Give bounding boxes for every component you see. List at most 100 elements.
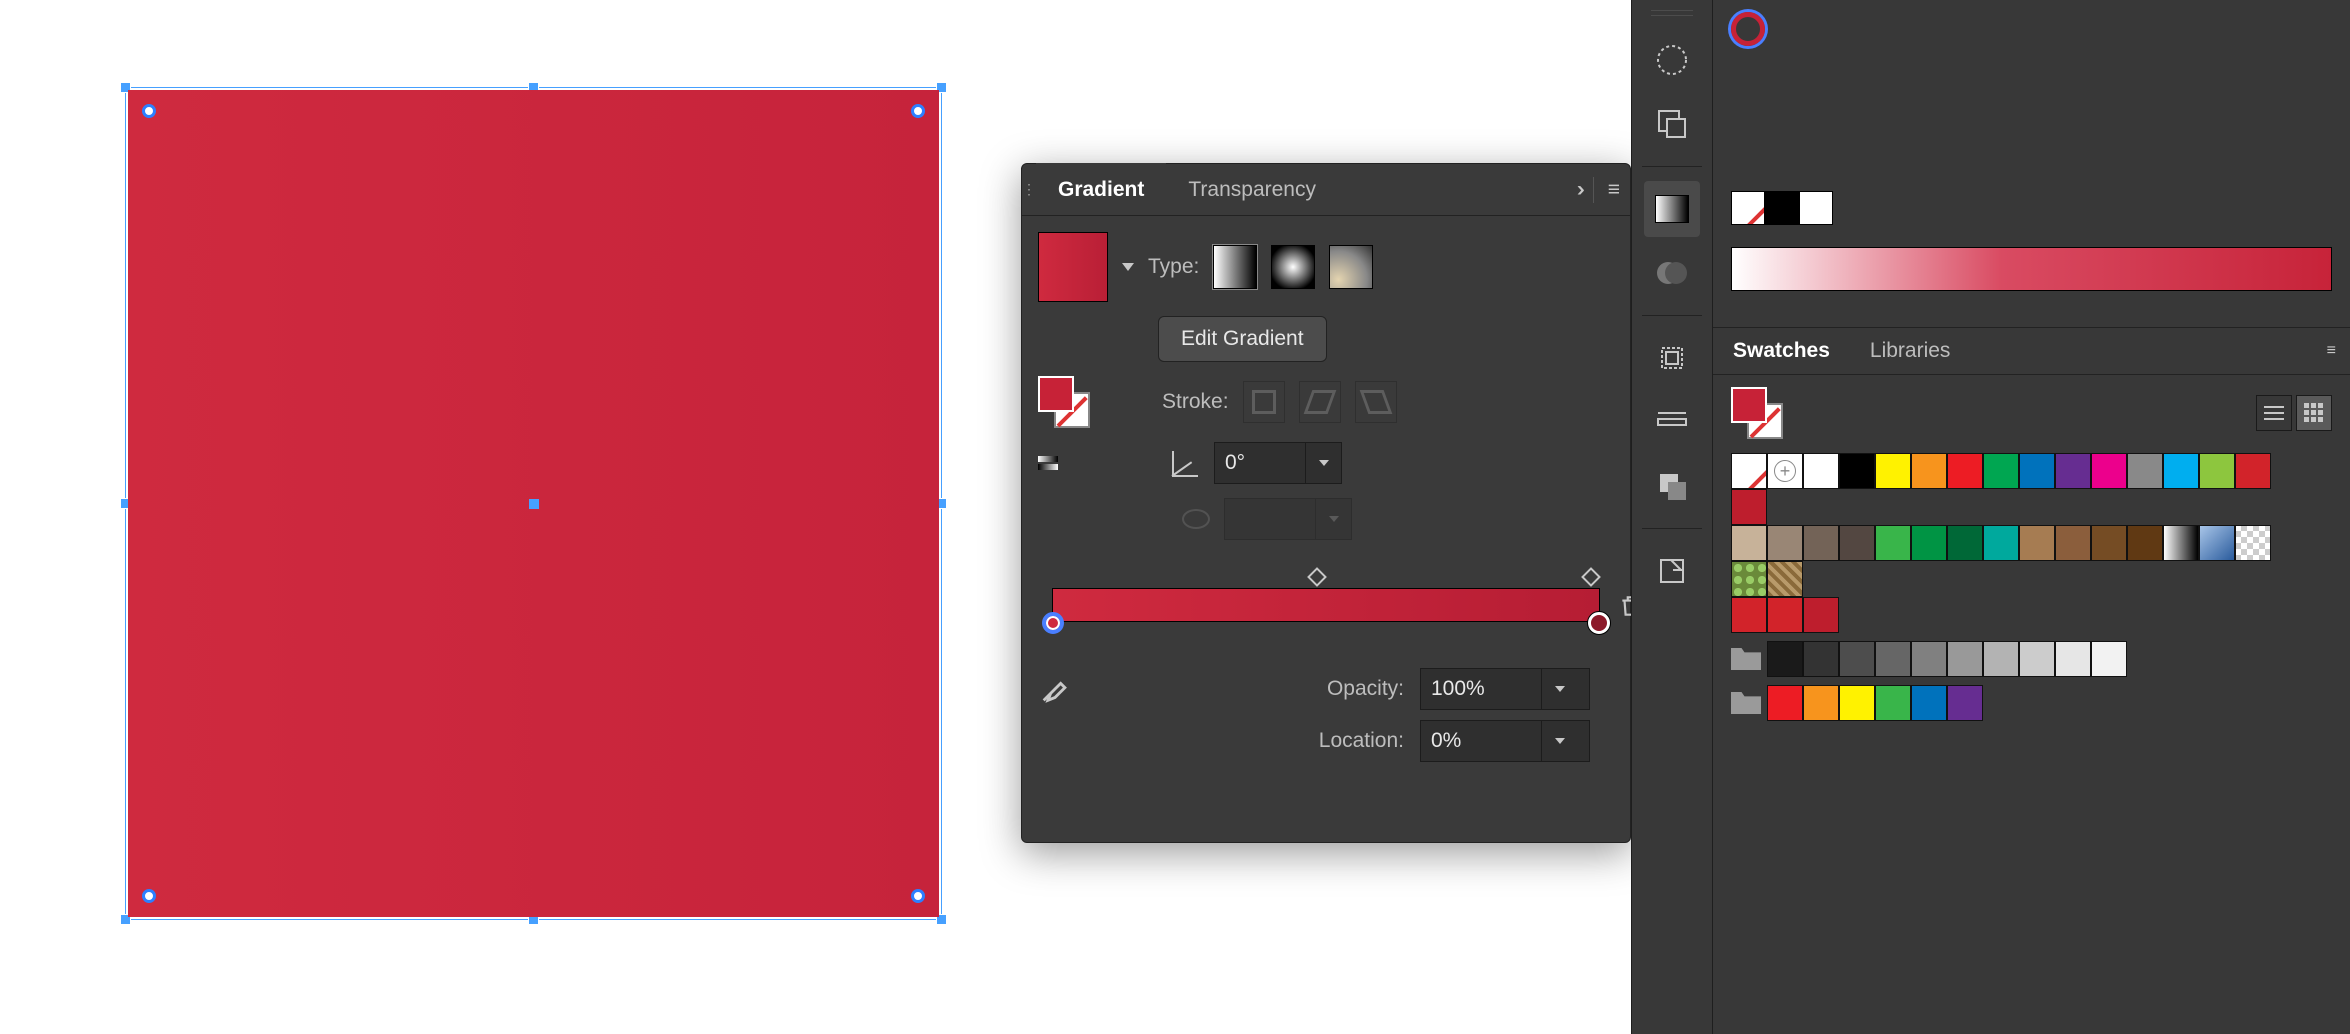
color-white-button[interactable] (1799, 191, 1833, 225)
reverse-gradient-button[interactable] (1038, 456, 1058, 470)
dock-drag-handle[interactable] (1651, 10, 1693, 16)
swatch-cell[interactable] (2091, 453, 2127, 489)
tab-libraries[interactable]: Libraries (1850, 328, 1971, 374)
swatches-fill-stroke-indicator[interactable] (1731, 387, 1783, 439)
fill-stroke-indicator[interactable] (1038, 376, 1090, 428)
dock-export-icon[interactable] (1644, 543, 1700, 599)
swatch-cell[interactable] (1875, 453, 1911, 489)
swatch-cell[interactable] (1947, 641, 1983, 677)
swatch-cell[interactable] (1803, 525, 1839, 561)
edit-gradient-button[interactable]: Edit Gradient (1158, 316, 1327, 362)
swatches-grid-view-button[interactable] (2296, 395, 2332, 431)
opacity-field[interactable] (1420, 668, 1590, 710)
opacity-dropdown-icon[interactable] (1541, 669, 1577, 709)
swatch-cell[interactable] (2019, 641, 2055, 677)
swatch-cell[interactable] (1875, 525, 1911, 561)
dock-pathfinder-icon[interactable] (1644, 458, 1700, 514)
swatch-cell[interactable] (1875, 685, 1911, 721)
swatch-cell[interactable] (1911, 453, 1947, 489)
color-spectrum-bar[interactable] (1731, 247, 2332, 291)
swatch-cell[interactable] (2235, 453, 2271, 489)
swatch-cell[interactable] (1911, 641, 1947, 677)
gradient-type-radial-button[interactable] (1271, 245, 1315, 289)
tab-transparency[interactable]: Transparency (1166, 164, 1338, 215)
swatch-cell[interactable] (2055, 453, 2091, 489)
swatch-cell[interactable] (1731, 489, 1767, 525)
color-black-button[interactable] (1765, 191, 1799, 225)
swatch-cell[interactable] (2055, 525, 2091, 561)
eyedropper-button[interactable] (1038, 672, 1072, 706)
gradient-midpoint-2[interactable] (1581, 567, 1601, 587)
location-dropdown-icon[interactable] (1541, 721, 1577, 761)
folder-icon[interactable] (1731, 692, 1761, 714)
dock-artboards-icon[interactable] (1644, 96, 1700, 152)
swatch-cell[interactable] (2199, 525, 2235, 561)
color-none-button[interactable] (1731, 191, 1765, 225)
panel-menu-icon[interactable]: ≡ (1608, 178, 1620, 202)
angle-input[interactable] (1215, 451, 1305, 475)
swatch-cell[interactable] (1947, 685, 1983, 721)
swatch-cell[interactable] (1767, 597, 1803, 633)
tab-gradient[interactable]: Gradient (1036, 163, 1166, 214)
swatch-cell[interactable] (1983, 641, 2019, 677)
swatch-cell[interactable] (1767, 561, 1803, 597)
swatch-cell[interactable] (1911, 525, 1947, 561)
corner-widget-tr[interactable] (911, 104, 925, 118)
swatches-list-view-button[interactable] (2256, 395, 2292, 431)
swatch-cell[interactable] (1839, 453, 1875, 489)
shape-center-point[interactable] (529, 499, 539, 509)
swatch-cell[interactable] (2163, 453, 2199, 489)
swatch-cell[interactable] (1803, 597, 1839, 633)
gradient-slider-bar[interactable] (1052, 588, 1600, 622)
location-field[interactable] (1420, 720, 1590, 762)
swatch-cell[interactable] (1767, 525, 1803, 561)
tab-swatches[interactable]: Swatches (1713, 328, 1850, 374)
dock-appearance-icon[interactable] (1644, 32, 1700, 88)
gradient-type-freeform-button[interactable] (1329, 245, 1373, 289)
swatch-cell[interactable] (1983, 525, 2019, 561)
gradient-type-linear-button[interactable] (1213, 245, 1257, 289)
artboard-canvas[interactable] (0, 0, 1015, 1034)
gradient-midpoint-1[interactable] (1307, 567, 1327, 587)
selected-rectangle[interactable] (128, 90, 939, 917)
dock-transform-icon[interactable] (1644, 394, 1700, 450)
dock-align-icon[interactable] (1644, 330, 1700, 386)
swatch-cell[interactable] (1731, 597, 1767, 633)
swatch-cell[interactable] (2163, 525, 2199, 561)
swatch-cell[interactable] (1839, 685, 1875, 721)
dock-transparency-icon[interactable] (1644, 245, 1700, 301)
swatch-cell[interactable] (1803, 685, 1839, 721)
swatch-cell[interactable] (2055, 641, 2091, 677)
swatch-cell[interactable] (1947, 525, 1983, 561)
swatch-cell[interactable] (2091, 525, 2127, 561)
panel-grip-icon[interactable]: ⋮ (1022, 164, 1036, 216)
swatch-cell[interactable] (1803, 641, 1839, 677)
swatch-cell[interactable] (1767, 685, 1803, 721)
swatch-cell[interactable] (1983, 453, 2019, 489)
swatch-cell[interactable] (1731, 453, 1767, 489)
swatch-cell[interactable] (1947, 453, 1983, 489)
gradient-stop-left[interactable] (1042, 612, 1064, 634)
swatch-cell[interactable] (2127, 453, 2163, 489)
opacity-input[interactable] (1421, 677, 1541, 701)
swatch-cell[interactable] (1731, 561, 1767, 597)
gradient-stop-right[interactable] (1588, 612, 1610, 634)
collapse-panel-icon[interactable]: › › (1577, 178, 1579, 202)
gradient-slider[interactable] (1052, 574, 1600, 638)
swatch-cell[interactable] (1731, 525, 1767, 561)
swatches-panel-menu-icon[interactable]: ≡ (2327, 328, 2336, 374)
swatch-cell[interactable] (1767, 453, 1803, 489)
swatch-cell[interactable] (2091, 641, 2127, 677)
swatch-cell[interactable] (1839, 525, 1875, 561)
swatch-cell[interactable] (2127, 525, 2163, 561)
swatch-cell[interactable] (1875, 641, 1911, 677)
swatch-cell[interactable] (1839, 641, 1875, 677)
current-color-indicator[interactable] (1731, 12, 1765, 46)
corner-widget-bl[interactable] (142, 889, 156, 903)
swatch-cell[interactable] (2019, 525, 2055, 561)
swatch-cell[interactable] (1911, 685, 1947, 721)
swatch-cell[interactable] (1803, 453, 1839, 489)
swatch-cell[interactable] (2019, 453, 2055, 489)
corner-widget-tl[interactable] (142, 104, 156, 118)
dock-gradient-icon[interactable] (1644, 181, 1700, 237)
